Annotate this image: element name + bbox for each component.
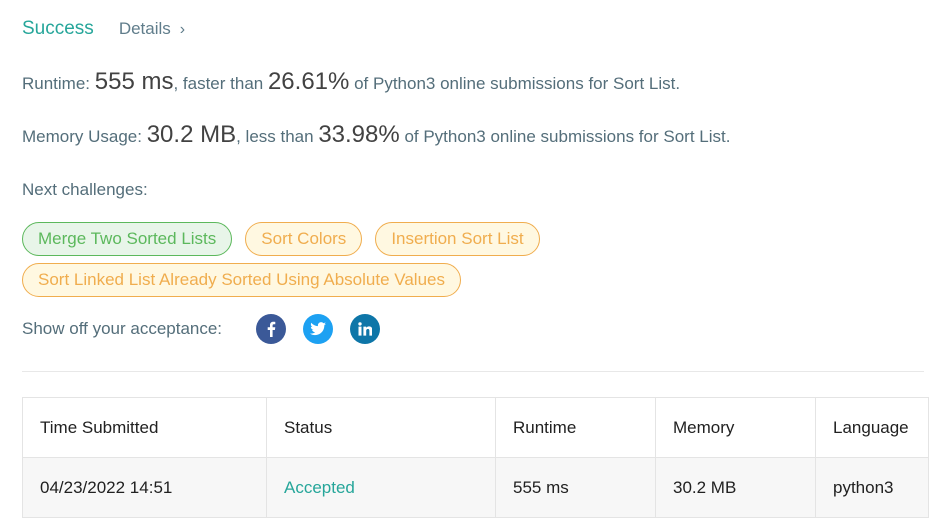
tag-row: Sort Linked List Already Sorted Using Ab…	[22, 263, 622, 297]
twitter-icon[interactable]	[303, 314, 334, 344]
cell-language: python3	[815, 457, 929, 518]
details-link[interactable]: Details ›	[119, 19, 185, 39]
divider	[22, 371, 924, 372]
facebook-icon[interactable]	[256, 314, 287, 344]
next-challenges-list: Merge Two Sorted Lists Sort Colors Inser…	[22, 222, 622, 304]
cell-time-submitted: 04/23/2022 14:51	[22, 457, 267, 518]
column-header-memory[interactable]: Memory	[655, 397, 816, 458]
details-label: Details	[118, 19, 171, 38]
submission-result-page: Success Details › Runtime: 555 ms, faste…	[0, 0, 938, 518]
column-header-language[interactable]: Language	[815, 397, 929, 458]
linkedin-icon[interactable]	[350, 314, 381, 344]
challenge-tag-merge-two-sorted-lists[interactable]: Merge Two Sorted Lists	[22, 222, 233, 256]
column-header-runtime[interactable]: Runtime	[495, 397, 656, 458]
memory-stat: Memory Usage: 30.2 MB, less than 33.98% …	[22, 121, 730, 149]
share-label: Show off your acceptance:	[22, 319, 223, 338]
status-title: Success	[22, 18, 94, 39]
runtime-comparison: , faster than	[173, 74, 268, 93]
challenge-tag-sort-linked-list-absolute[interactable]: Sort Linked List Already Sorted Using Ab…	[22, 263, 461, 297]
memory-value: 30.2 MB	[146, 121, 237, 148]
table-row: 04/23/2022 14:51 Accepted 555 ms 30.2 MB…	[22, 457, 929, 518]
next-challenges-label: Next challenges:	[22, 180, 148, 199]
column-header-status[interactable]: Status	[266, 397, 496, 458]
challenge-tag-insertion-sort-list[interactable]: Insertion Sort List	[375, 222, 540, 256]
share-row: Show off your acceptance:	[22, 314, 397, 344]
runtime-stat: Runtime: 555 ms, faster than 26.61% of P…	[22, 68, 680, 96]
chevron-right-icon: ›	[179, 21, 186, 38]
runtime-label: Runtime:	[22, 74, 95, 93]
cell-status-accepted-link[interactable]: Accepted	[266, 457, 496, 518]
table-header-row: Time Submitted Status Runtime Memory Lan…	[22, 397, 929, 458]
challenge-tag-sort-colors[interactable]: Sort Colors	[245, 222, 363, 256]
runtime-percent: 26.61%	[267, 68, 350, 95]
memory-label: Memory Usage:	[22, 127, 147, 146]
memory-suffix: of Python3 online submissions for Sort L…	[399, 127, 731, 146]
tag-row: Merge Two Sorted Lists Sort Colors Inser…	[22, 222, 622, 256]
column-header-time-submitted[interactable]: Time Submitted	[22, 397, 267, 458]
submissions-table: Time Submitted Status Runtime Memory Lan…	[22, 397, 929, 518]
cell-runtime: 555 ms	[495, 457, 656, 518]
result-header: Success Details ›	[22, 18, 185, 40]
runtime-suffix: of Python3 online submissions for Sort L…	[349, 74, 681, 93]
cell-memory: 30.2 MB	[655, 457, 816, 518]
memory-comparison: , less than	[236, 127, 319, 146]
runtime-value: 555 ms	[94, 68, 174, 95]
memory-percent: 33.98%	[318, 121, 400, 148]
